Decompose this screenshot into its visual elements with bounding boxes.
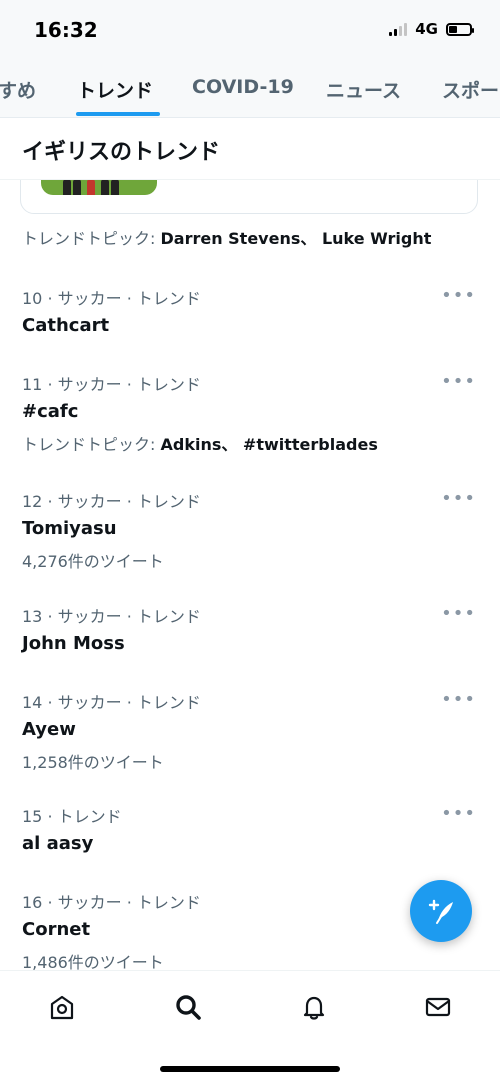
trend-meta: 14 · サッカー · トレンド	[22, 693, 201, 712]
tweet-count: 4,276件のツイート	[22, 552, 164, 571]
topic-names: Darren Stevens、 Luke Wright	[160, 229, 432, 248]
notifications-icon	[303, 996, 325, 1020]
trend-name: John Moss	[22, 633, 125, 654]
trend-name: Ayew	[22, 719, 76, 740]
trend-item[interactable]: 14 · サッカー · トレンド Ayew 1,258件のツイート •••	[0, 689, 500, 789]
active-tab-indicator	[76, 112, 160, 116]
battery-icon	[446, 22, 474, 36]
search-icon	[176, 995, 201, 1020]
home-indicator	[160, 1066, 340, 1072]
trend-name: Cornet	[22, 919, 91, 940]
nav-home[interactable]	[44, 989, 80, 1025]
home-icon	[50, 995, 74, 1020]
tab-trending[interactable]: トレンド	[77, 76, 153, 103]
status-bar: 16:32 4G	[0, 0, 500, 60]
tab-news[interactable]: ニュース	[326, 76, 401, 103]
trend-name: Cathcart	[22, 315, 110, 336]
explore-tabs: すめ トレンド COVID-19 ニュース スポー	[0, 60, 500, 118]
trend-item[interactable]: 12 · サッカー · トレンド Tomiyasu 4,276件のツイート ••…	[0, 488, 500, 588]
network-type: 4G	[415, 20, 438, 38]
topic-prefix: トレンドトピック:	[22, 435, 161, 454]
nav-notifications[interactable]	[296, 989, 332, 1025]
trend-meta: 11 · サッカー · トレンド	[22, 375, 201, 394]
page-title: イギリスのトレンド	[22, 140, 221, 165]
nav-messages[interactable]	[420, 989, 456, 1025]
tab-sports[interactable]: スポー	[442, 76, 499, 103]
topic-names: Adkins、 #twitterblades	[160, 435, 378, 454]
more-icon[interactable]: •••	[441, 603, 476, 624]
tweet-count: 1,258件のツイート	[22, 753, 164, 772]
trend-meta: 12 · サッカー · トレンド	[22, 492, 201, 511]
trend-meta: 10 · サッカー · トレンド	[22, 289, 201, 308]
more-icon[interactable]: •••	[441, 488, 476, 509]
trend-name: #cafc	[22, 401, 79, 422]
tab-for-you[interactable]: すめ	[0, 76, 36, 103]
trend-topics: トレンドトピック: Adkins、 #twitterblades	[22, 431, 378, 455]
status-indicators: 4G	[389, 20, 474, 38]
more-icon[interactable]: •••	[441, 689, 476, 710]
trend-meta: 13 · サッカー · トレンド	[22, 607, 201, 626]
messages-icon	[425, 997, 451, 1017]
more-icon[interactable]: •••	[441, 285, 476, 306]
trend-meta: 16 · サッカー · トレンド	[22, 893, 201, 912]
nav-search[interactable]	[170, 989, 206, 1025]
trend-meta: 15 · トレンド	[22, 807, 122, 826]
status-time: 16:32	[34, 18, 98, 42]
more-icon[interactable]: •••	[441, 803, 476, 824]
topic-prefix: トレンドトピック:	[22, 229, 161, 248]
trend-item[interactable]: 13 · サッカー · トレンド John Moss •••	[0, 603, 500, 703]
trend-name: Tomiyasu	[22, 518, 117, 539]
trend-topics[interactable]: トレンドトピック: Darren Stevens、 Luke Wright	[22, 225, 431, 249]
tab-covid[interactable]: COVID-19	[192, 76, 294, 98]
trend-item[interactable]: 11 · サッカー · トレンド #cafc トレンドトピック: Adkins、…	[0, 371, 500, 471]
trend-name: al aasy	[22, 833, 94, 854]
compose-tweet-button[interactable]	[410, 880, 472, 942]
more-icon[interactable]: •••	[441, 371, 476, 392]
compose-tweet-icon	[428, 899, 453, 924]
signal-icon	[389, 22, 408, 36]
trend-item[interactable]: 10 · サッカー · トレンド Cathcart •••	[0, 285, 500, 385]
section-header: イギリスのトレンド	[0, 118, 500, 180]
